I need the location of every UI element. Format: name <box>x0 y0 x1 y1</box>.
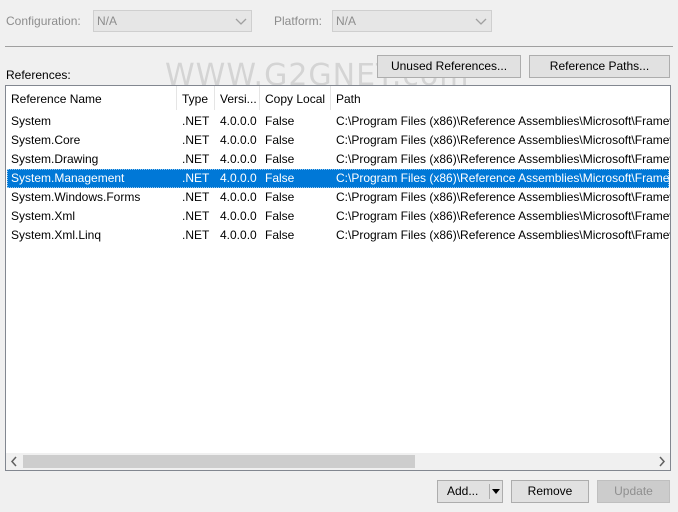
add-button-label: Add... <box>447 484 479 498</box>
cell-name: System.Core <box>11 133 81 147</box>
cell-type: .NET <box>182 114 210 128</box>
separator <box>5 46 673 47</box>
table-row[interactable]: System.Xml.Linq .NET 4.0.0.0 False C:\Progra… <box>7 226 671 245</box>
cell-copy-local: False <box>265 228 295 242</box>
add-button[interactable]: Add... <box>437 480 503 503</box>
scroll-left-icon[interactable] <box>9 456 19 467</box>
cell-name: System <box>11 114 52 128</box>
dropdown-arrow-icon[interactable] <box>492 489 500 494</box>
cell-copy-local: False <box>265 209 295 223</box>
cell-path: C:\Program Files (x86)\Reference Assembl… <box>336 190 671 204</box>
cell-path: C:\Program Files (x86)\Reference Assembl… <box>336 171 671 185</box>
remove-button[interactable]: Remove <box>511 480 589 503</box>
cell-type: .NET <box>182 190 210 204</box>
unused-references-button[interactable]: Unused References... <box>377 55 521 78</box>
cell-name: System.Drawing <box>11 152 99 166</box>
cell-copy-local: False <box>265 171 295 185</box>
cell-version: 4.0.0.0 <box>220 171 257 185</box>
column-header-reference-name[interactable]: Reference Name <box>6 86 177 110</box>
cell-path: C:\Program Files (x86)\Reference Assembl… <box>336 209 671 223</box>
cell-type: .NET <box>182 152 210 166</box>
cell-version: 4.0.0.0 <box>220 190 257 204</box>
horizontal-scrollbar[interactable] <box>6 453 670 470</box>
cell-version: 4.0.0.0 <box>220 209 257 223</box>
split-divider <box>489 484 490 499</box>
cell-copy-local: False <box>265 114 295 128</box>
table-row[interactable]: System.Management .NET 4.0.0.0 False C:\Prog… <box>7 169 671 188</box>
list-header: Reference Name Type Versi... Copy Local … <box>6 86 670 110</box>
cell-name: System.Xml <box>11 209 76 223</box>
cell-path: C:\Program Files (x86)\Reference Assembl… <box>336 114 671 128</box>
column-header-type[interactable]: Type <box>177 86 215 110</box>
cell-version: 4.0.0.0 <box>220 114 257 128</box>
scroll-right-icon[interactable] <box>657 456 667 467</box>
table-row[interactable]: System.Drawing .NET 4.0.0.0 False C:\Program… <box>7 150 671 169</box>
table-row[interactable]: System .NET 4.0.0.0 False C:\Program Files (… <box>7 112 671 131</box>
cell-copy-local: False <box>265 133 295 147</box>
cell-version: 4.0.0.0 <box>220 228 257 242</box>
reference-paths-button[interactable]: Reference Paths... <box>529 55 670 78</box>
cell-path: C:\Program Files (x86)\Reference Assembl… <box>336 133 671 147</box>
references-label: References: <box>6 68 71 82</box>
table-row[interactable]: System.Windows.Forms .NET 4.0.0.0 False C:\P… <box>7 188 671 207</box>
cell-type: .NET <box>182 171 210 185</box>
cell-path: C:\Program Files (x86)\Reference Assembl… <box>336 152 671 166</box>
cell-copy-local: False <box>265 152 295 166</box>
cell-copy-local: False <box>265 190 295 204</box>
update-button: Update <box>597 480 670 503</box>
column-header-path[interactable]: Path <box>331 86 670 110</box>
table-row[interactable]: System.Core .NET 4.0.0.0 False C:\Program Fi… <box>7 131 671 150</box>
column-header-copy-local[interactable]: Copy Local <box>260 86 331 110</box>
configuration-value: N/A <box>97 14 118 28</box>
configuration-label: Configuration: <box>6 14 81 28</box>
column-header-version[interactable]: Versi... <box>215 86 260 110</box>
cell-type: .NET <box>182 209 210 223</box>
platform-combo: N/A <box>332 10 492 32</box>
platform-value: N/A <box>336 14 357 28</box>
cell-path: C:\Program Files (x86)\Reference Assembl… <box>336 228 671 242</box>
configuration-combo: N/A <box>93 10 252 32</box>
cell-name: System.Windows.Forms <box>11 190 141 204</box>
cell-version: 4.0.0.0 <box>220 152 257 166</box>
chevron-down-icon <box>475 18 487 25</box>
table-row[interactable]: System.Xml .NET 4.0.0.0 False C:\Program Fil… <box>7 207 671 226</box>
chevron-down-icon <box>235 18 247 25</box>
references-list[interactable]: Reference Name Type Versi... Copy Local … <box>5 85 671 471</box>
platform-label: Platform: <box>274 14 323 28</box>
cell-type: .NET <box>182 228 210 242</box>
scrollbar-thumb[interactable] <box>23 455 415 468</box>
cell-name: System.Management <box>11 171 125 185</box>
cell-version: 4.0.0.0 <box>220 133 257 147</box>
cell-type: .NET <box>182 133 210 147</box>
cell-name: System.Xml.Linq <box>11 228 102 242</box>
